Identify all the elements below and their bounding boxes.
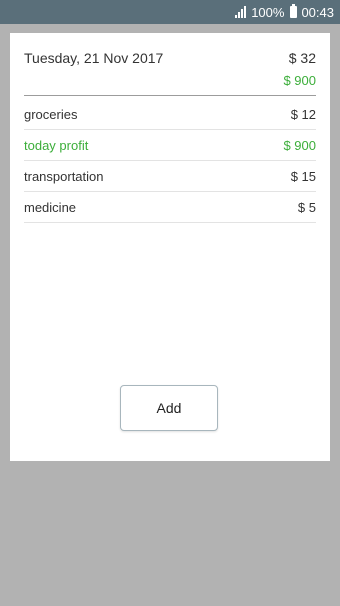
day-date: Tuesday, 21 Nov 2017 [24, 50, 164, 66]
list-item[interactable]: groceries $ 12 [24, 99, 316, 130]
entry-amount: $ 12 [290, 107, 316, 122]
entry-label: groceries [24, 107, 78, 122]
list-item[interactable]: today profit $ 900 [24, 130, 316, 161]
day-header: Tuesday, 21 Nov 2017 $ 32 [24, 48, 316, 68]
entry-label: medicine [24, 200, 77, 215]
list-item[interactable]: transportation $ 15 [24, 161, 316, 192]
header-divider [24, 95, 316, 96]
status-indicators: 100% 00:43 [235, 0, 334, 24]
entry-amount: $ 900 [283, 138, 316, 153]
entry-label: transportation [24, 169, 104, 184]
entries-list: groceries $ 12 today profit $ 900 transp… [24, 99, 316, 223]
status-bar: 100% 00:43 [0, 0, 340, 24]
entry-amount: $ 5 [297, 200, 316, 215]
list-item[interactable]: medicine $ 5 [24, 192, 316, 223]
day-expense-total: $ 32 [288, 50, 316, 66]
day-profit-total: $ 900 [283, 73, 316, 88]
battery-icon [290, 4, 298, 18]
add-button[interactable]: Add [120, 385, 218, 431]
clock: 00:43 [301, 4, 334, 20]
signal-icon [235, 6, 247, 18]
entry-label: today profit [24, 138, 89, 153]
battery-percentage: 100% [251, 4, 285, 20]
entry-amount: $ 15 [290, 169, 316, 184]
day-summary-card: Tuesday, 21 Nov 2017 $ 32 $ 900 grocerie… [10, 33, 330, 461]
